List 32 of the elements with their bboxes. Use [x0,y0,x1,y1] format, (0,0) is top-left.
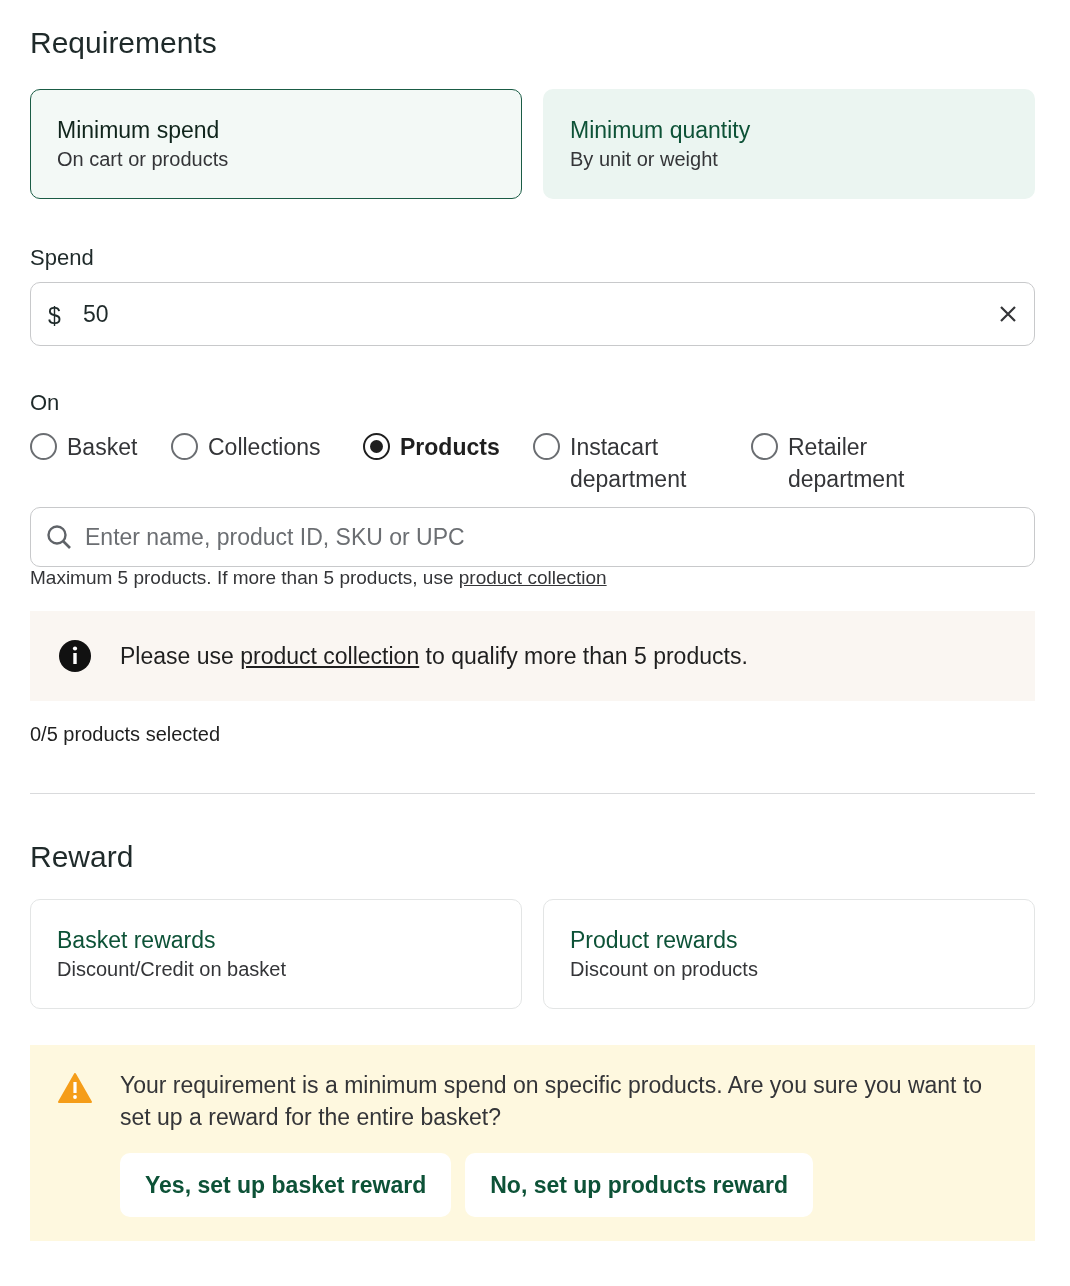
section-heading: Requirements [30,25,218,61]
radio-label[interactable]: Retailer department [788,431,941,495]
radio-button[interactable] [30,433,57,460]
close-icon[interactable] [999,305,1017,323]
search-icon [46,524,72,550]
selection-count: 0/5 products selected [30,722,222,747]
radio-label[interactable]: Instacart department [570,431,751,495]
section-heading: Reward [30,839,135,875]
radio-button[interactable] [751,433,778,460]
requirement-option-card[interactable]: Minimum quantity By unit or weight [543,89,1035,199]
action-button[interactable]: Yes, set up basket reward [120,1153,452,1217]
radio-label[interactable]: Basket [67,431,138,463]
radio-button[interactable] [363,433,390,460]
warning-message: Your requirement is a minimum spend on specific products. Are you sure you want to set up a reward for the entire basket? [120,1071,984,1132]
requirement-option-card[interactable]: Minimum spend On cart or products [30,89,522,199]
search-field[interactable]: Enter name, product ID, SKU or UPC [30,507,1035,567]
warning-icon [58,1073,92,1103]
radio-label[interactable]: Products [400,431,500,463]
reward-option-card[interactable]: Basket rewards Discount/Credit on basket [30,899,522,1009]
radio-button[interactable] [171,433,198,460]
info-icon [58,639,92,673]
helper-text: Maximum 5 products. If more than 5 products, use product collection [30,566,608,590]
collection-link[interactable]: product collection [458,567,607,588]
currency-prefix: $ [48,302,61,331]
reward-option-card[interactable]: Product rewards Discount on products [543,899,1035,1009]
field-label: Spend [30,244,95,272]
field-label: On [30,389,61,417]
collection-link[interactable]: product collection [240,642,420,669]
info-message: Please use product collection to qualify more than 5 products. [120,641,748,671]
radio-label[interactable]: Collections [208,431,321,463]
radio-button[interactable] [533,433,560,460]
action-button[interactable]: No, set up products reward [465,1153,813,1217]
